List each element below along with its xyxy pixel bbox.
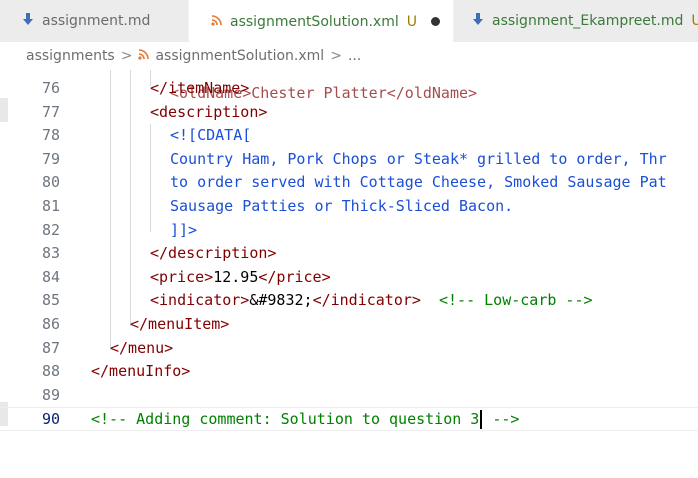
line-number: 76: [41, 79, 60, 97]
token-tag: </indicator>: [312, 291, 421, 310]
unsaved-dot-icon[interactable]: [430, 17, 440, 26]
breadcrumb-folder[interactable]: assignments: [26, 48, 115, 64]
line-number: 88: [41, 362, 60, 381]
line-code: ]]>: [170, 219, 197, 243]
code-line[interactable]: 87 </menu>: [0, 337, 698, 361]
line-code: </menuInfo>: [91, 360, 190, 384]
line-number: 89: [41, 385, 60, 404]
code-line[interactable]: 85 <indicator>&#9832;</indicator> <!-- Lo…: [0, 289, 698, 313]
line-code: </description>: [150, 242, 276, 266]
line-code: <description>: [150, 101, 267, 125]
breadcrumb-file[interactable]: assignmentSolution.xml: [155, 48, 324, 64]
token-comment: <!-- Low-carb -->: [439, 291, 593, 310]
code-line[interactable]: 82 ]]>: [0, 219, 698, 243]
tab-label: assignmentSolution.xml: [230, 13, 399, 30]
code-line[interactable]: 79 Country Ham, Pork Chops or Steak* gril…: [0, 148, 698, 172]
token-cdata: to order served with Cottage Cheese, Smo…: [170, 173, 667, 192]
code-line[interactable]: 78 <![CDATA[: [0, 124, 698, 148]
token-cdata: Country Ham, Pork Chops or Steak* grille…: [170, 149, 667, 168]
line-code: Sausage Patties or Thick-Sliced Bacon.: [170, 195, 513, 219]
markdown-icon: [22, 12, 34, 30]
tab-bar: assignment.md assignmentSolution.xml U a…: [0, 0, 698, 42]
rss-icon: [138, 49, 150, 63]
line-number: 86: [41, 315, 60, 333]
token-cdata: ]]>: [170, 220, 198, 239]
modified-badge: U: [691, 13, 698, 29]
code-line[interactable]: 84 <price>12.95</price>: [0, 266, 698, 290]
tab-label: assignment_Ekampreet.md: [492, 13, 684, 29]
code-line[interactable]: 86 </menuItem>: [0, 313, 698, 337]
token-tag: </menu>: [110, 338, 174, 357]
token-tag: </description>: [150, 244, 277, 263]
modified-badge: U: [406, 13, 417, 30]
token-comment: <!-- Adding comment: Solution to questio…: [91, 410, 480, 429]
token-tag: <description>: [150, 102, 268, 121]
token-tag: </menuInfo>: [91, 362, 191, 381]
line-code: <indicator>&#9832;</indicator> <!-- Low-…: [150, 289, 593, 313]
code-line[interactable]: 83 </description>: [0, 242, 698, 266]
line-code: </itemName>: [150, 77, 249, 101]
line-code: Country Ham, Pork Chops or Steak* grille…: [170, 148, 667, 172]
token-comment: -->: [483, 410, 520, 429]
line-code: </menuItem>: [130, 313, 229, 337]
line-number: 82: [41, 220, 60, 239]
tab-assignment-ekampreet-md[interactable]: assignment_Ekampreet.md U: [454, 0, 698, 42]
tab-label: assignment.md: [42, 13, 151, 29]
token-tag: </menuItem>: [130, 315, 230, 333]
markdown-icon: [472, 12, 484, 30]
tab-assignment-md[interactable]: assignment.md: [0, 0, 188, 42]
line-number: 90: [41, 410, 60, 429]
breadcrumb-more[interactable]: ...: [348, 48, 361, 64]
line-number: 81: [41, 197, 60, 215]
line-number: 79: [41, 149, 60, 168]
token-tag: </itemName>: [150, 79, 250, 97]
chevron-right-icon: >: [330, 48, 342, 64]
line-code: <![CDATA[: [170, 124, 251, 148]
breadcrumb: assignments > assignmentSolution.xml > .…: [0, 42, 698, 70]
line-number: 83: [41, 244, 60, 263]
chevron-right-icon: >: [120, 48, 133, 64]
line-number: 78: [41, 126, 60, 145]
code-line[interactable]: 80 to order served with Cottage Cheese, S…: [0, 171, 698, 195]
line-number: 80: [41, 173, 60, 192]
token-cdata: <![CDATA[: [170, 126, 252, 145]
line-code: </menu>: [110, 337, 173, 361]
token-tag: <price>: [150, 267, 214, 286]
token-tag: <indicator>: [150, 291, 250, 310]
token-text: 12.95: [213, 267, 259, 286]
code-line[interactable]: 76 </itemName>: [0, 77, 698, 101]
code-line[interactable]: 88 </menuInfo>: [0, 360, 698, 384]
line-number: 87: [41, 338, 60, 357]
code-line[interactable]: 81 Sausage Patties or Thick-Sliced Bacon.: [0, 195, 698, 219]
line-code: to order served with Cottage Cheese, Smo…: [170, 171, 667, 195]
line-code: <price>12.95</price>: [150, 266, 331, 290]
line-code: <!-- Adding comment: Solution to questio…: [91, 408, 519, 432]
line-number: 77: [41, 102, 60, 121]
rss-icon: [211, 14, 222, 29]
code-editor[interactable]: <oldName>Chester Platter</oldName> 76 </i…: [0, 70, 698, 478]
token-tag: </price>: [258, 267, 331, 286]
token-cdata: Sausage Patties or Thick-Sliced Bacon.: [170, 197, 514, 215]
code-line[interactable]: 90 <!-- Adding comment: Solution to quest…: [0, 407, 698, 431]
code-line[interactable]: 77 <description>: [0, 101, 698, 125]
code-line[interactable]: 89: [0, 384, 698, 408]
line-number: 85: [41, 291, 60, 310]
token-text: &#9832;: [249, 291, 313, 310]
tab-assignmentsolution-xml[interactable]: assignmentSolution.xml U: [189, 0, 453, 42]
line-number: 84: [41, 267, 60, 286]
